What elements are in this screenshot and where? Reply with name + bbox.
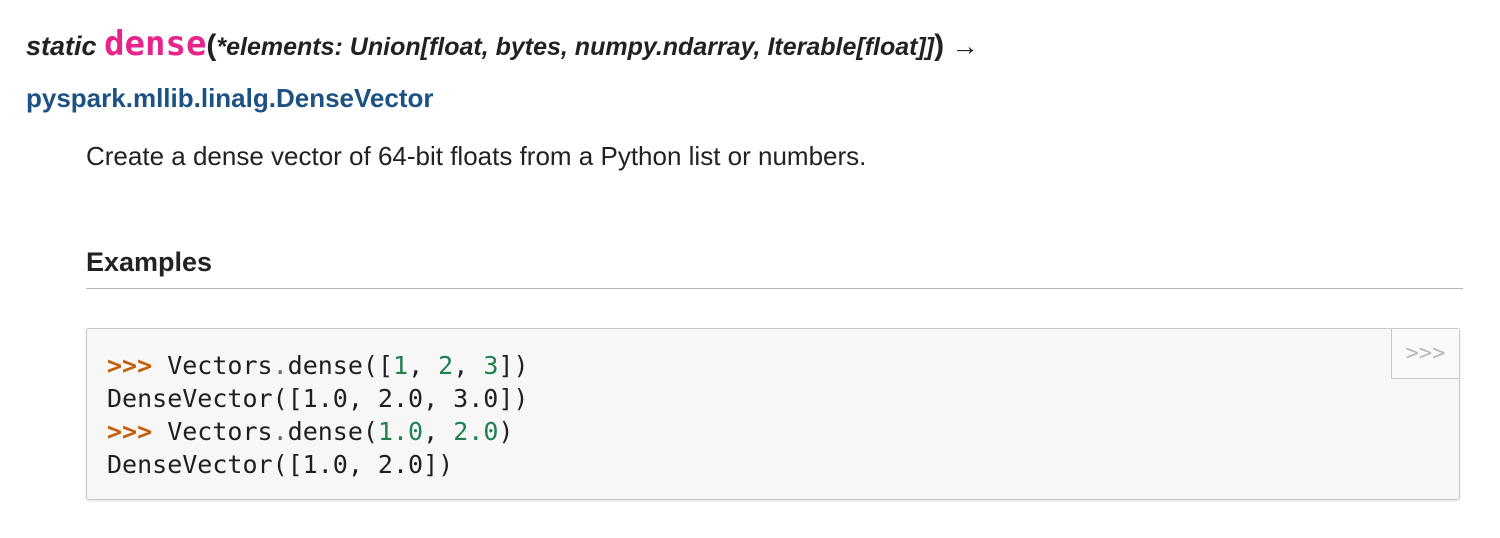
code-line: >>> Vectors.dense([1, 2, 3]) xyxy=(107,351,529,380)
close-paren: ) xyxy=(934,29,945,62)
function-name: dense xyxy=(104,24,207,64)
code-output-line: DenseVector([1.0, 2.0, 3.0]) xyxy=(107,384,529,413)
code-example-block: >>> Vectors.dense([1, 2, 3]) DenseVector… xyxy=(86,328,1460,500)
code-text: >>> Vectors.dense([1, 2, 3]) DenseVector… xyxy=(107,349,529,481)
function-params: *elements: Union[float, bytes, numpy.nda… xyxy=(216,33,935,61)
prompt-marker: >>> xyxy=(107,351,153,380)
examples-heading: Examples xyxy=(86,242,1463,289)
prompt-marker: >>> xyxy=(107,417,153,446)
open-paren: ( xyxy=(206,29,217,62)
static-keyword: static xyxy=(26,31,97,61)
function-signature: static dense(*elements: Union[float, byt… xyxy=(26,20,1466,71)
code-output-line: DenseVector([1.0, 2.0]) xyxy=(107,450,454,479)
code-line: >>> Vectors.dense(1.0, 2.0) xyxy=(107,417,514,446)
function-description: Create a dense vector of 64-bit floats f… xyxy=(86,141,867,171)
return-type-link[interactable]: pyspark.mllib.linalg.DenseVector xyxy=(26,78,433,118)
return-arrow: → xyxy=(951,31,979,61)
copy-prompt-toggle-button[interactable]: >>> xyxy=(1391,329,1459,379)
